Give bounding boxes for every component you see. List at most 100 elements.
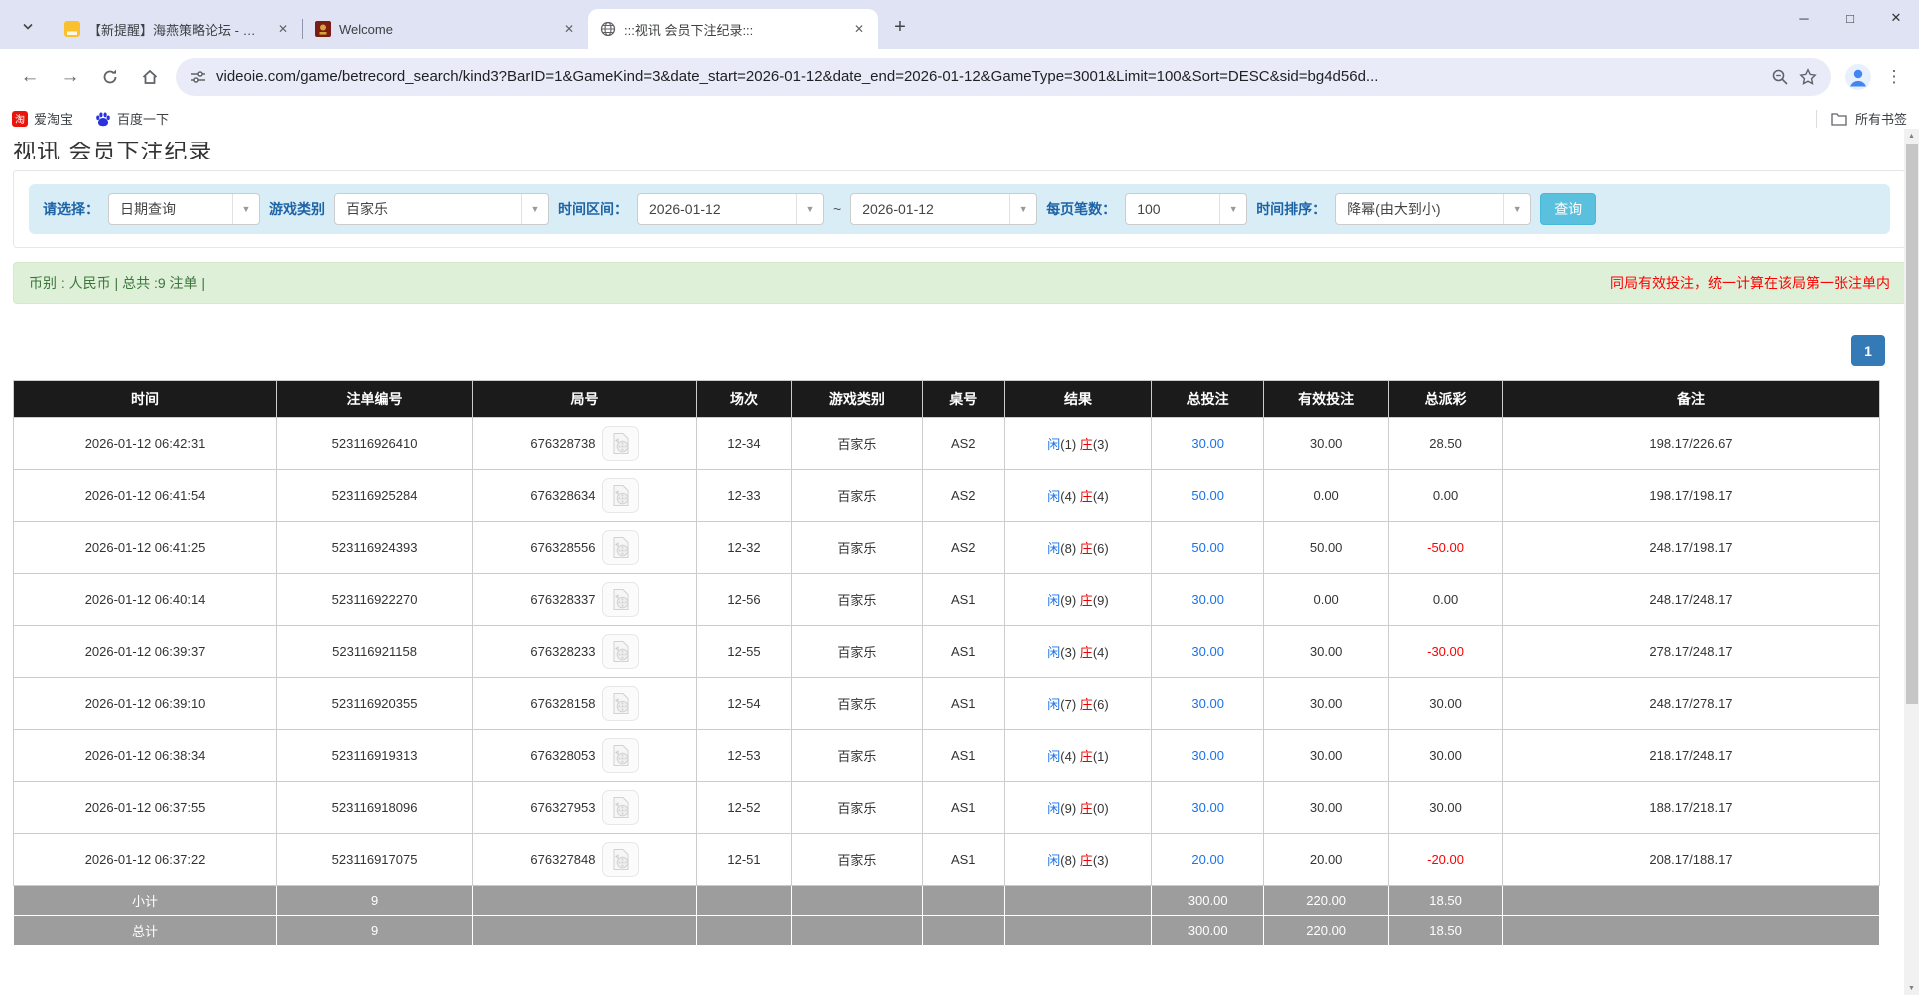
profile-avatar-icon — [1845, 64, 1871, 90]
game-type-select[interactable]: 百家乐 ▼ — [334, 193, 549, 225]
cell-sum-label: 小计 — [14, 886, 277, 916]
query-mode-select[interactable]: 日期查询 ▼ — [108, 193, 260, 225]
profile-button[interactable] — [1841, 60, 1875, 94]
minimize-button[interactable]: ─ — [1781, 0, 1827, 36]
date-start-input[interactable]: 2026-01-12 ▼ — [637, 193, 824, 225]
video-replay-button[interactable] — [602, 426, 639, 461]
cell-remark: 188.17/218.17 — [1502, 782, 1879, 834]
tab-welcome[interactable]: Welcome ✕ — [303, 9, 588, 49]
video-replay-button[interactable] — [602, 478, 639, 513]
browser-menu-button[interactable]: ⋮ — [1879, 60, 1909, 94]
bookmark-taobao[interactable]: 淘 爱淘宝 — [12, 109, 73, 128]
header-cell: 局号 — [473, 381, 697, 418]
cell-total-bet[interactable]: 30.00 — [1152, 730, 1264, 782]
tab-search-chevron-button[interactable] — [14, 13, 42, 41]
cell-total-bet[interactable]: 30.00 — [1152, 574, 1264, 626]
close-window-button[interactable]: ✕ — [1873, 0, 1919, 36]
video-replay-button[interactable] — [602, 842, 639, 877]
video-replay-button[interactable] — [602, 634, 639, 669]
maximize-button[interactable]: □ — [1827, 0, 1873, 36]
cell-total-bet[interactable]: 30.00 — [1152, 418, 1264, 470]
tab-forum[interactable]: 【新提醒】海燕策略论坛 - 综合 ✕ — [52, 9, 302, 49]
scrollbar-thumb[interactable] — [1906, 144, 1918, 704]
page-1-button[interactable]: 1 — [1851, 335, 1885, 366]
currency-summary-text: 币别 : 人民币 | 总共 :9 注单 | — [29, 273, 205, 293]
date-end-input[interactable]: 2026-01-12 ▼ — [850, 193, 1037, 225]
reload-button[interactable] — [93, 60, 127, 94]
cell-table-number: AS2 — [922, 418, 1004, 470]
cell-time: 2026-01-12 06:39:37 — [14, 626, 277, 678]
cell-sum-total-bet: 300.00 — [1152, 916, 1264, 946]
back-button[interactable]: ← — [13, 60, 47, 94]
chevron-down-icon: ▼ — [1009, 194, 1036, 224]
cell-table-number: AS1 — [922, 782, 1004, 834]
cell-game-type: 百家乐 — [792, 626, 923, 678]
cell-valid-bet: 0.00 — [1264, 470, 1389, 522]
header-cell: 总投注 — [1152, 381, 1264, 418]
forward-button[interactable]: → — [53, 60, 87, 94]
total-bet-link[interactable]: 50.00 — [1191, 488, 1224, 503]
cell-valid-bet: 30.00 — [1264, 678, 1389, 730]
scroll-up-arrow-icon[interactable]: ▲ — [1904, 129, 1919, 143]
tab-title: 【新提醒】海燕策略论坛 - 综合 — [88, 20, 266, 39]
total-bet-link[interactable]: 20.00 — [1191, 852, 1224, 867]
total-bet-link[interactable]: 30.00 — [1191, 696, 1224, 711]
date-range-tilde: ~ — [833, 201, 841, 217]
url-text[interactable]: videoie.com/game/betrecord_search/kind3?… — [216, 68, 1761, 85]
cell-valid-bet: 30.00 — [1264, 782, 1389, 834]
cell-valid-bet: 0.00 — [1264, 574, 1389, 626]
all-bookmarks-button[interactable]: 所有书签 — [1855, 109, 1907, 128]
site-settings-icon[interactable] — [190, 69, 206, 85]
zoom-indicator-button[interactable] — [1771, 68, 1789, 86]
url-bar[interactable]: videoie.com/game/betrecord_search/kind3?… — [176, 58, 1831, 96]
cell-total-bet[interactable]: 30.00 — [1152, 626, 1264, 678]
total-bet-link[interactable]: 30.00 — [1191, 436, 1224, 451]
video-replay-button[interactable] — [602, 686, 639, 721]
cell-total-payout: 30.00 — [1389, 678, 1503, 730]
video-replay-icon — [610, 744, 631, 767]
tab-title: Welcome — [339, 22, 552, 37]
video-replay-icon — [610, 432, 631, 455]
forum-favicon-icon — [64, 21, 80, 37]
cell-time: 2026-01-12 06:37:22 — [14, 834, 277, 886]
cell-total-bet[interactable]: 50.00 — [1152, 470, 1264, 522]
cell-total-bet[interactable]: 20.00 — [1152, 834, 1264, 886]
video-replay-button[interactable] — [602, 530, 639, 565]
close-icon[interactable]: ✕ — [560, 20, 578, 38]
cell-sum-label: 总计 — [14, 916, 277, 946]
total-bet-link[interactable]: 30.00 — [1191, 800, 1224, 815]
home-button[interactable] — [133, 60, 167, 94]
new-tab-button[interactable]: + — [886, 13, 914, 41]
close-icon[interactable]: ✕ — [850, 20, 868, 38]
video-replay-button[interactable] — [602, 790, 639, 825]
cell-round-number: 676328634 — [473, 470, 697, 522]
vertical-scrollbar[interactable]: ▲ ▼ — [1904, 129, 1919, 995]
video-replay-button[interactable] — [602, 738, 639, 773]
table-row: 2026-01-12 06:41:25523116924393676328556… — [14, 522, 1880, 574]
total-bet-link[interactable]: 30.00 — [1191, 644, 1224, 659]
cell-total-bet[interactable]: 50.00 — [1152, 522, 1264, 574]
video-replay-button[interactable] — [602, 582, 639, 617]
cell-time: 2026-01-12 06:37:55 — [14, 782, 277, 834]
close-icon[interactable]: ✕ — [274, 20, 292, 38]
total-bet-link[interactable]: 50.00 — [1191, 540, 1224, 555]
cell-bet-number: 523116926410 — [277, 418, 473, 470]
chevron-down-icon — [22, 23, 34, 31]
total-bet-link[interactable]: 30.00 — [1191, 592, 1224, 607]
tab-bet-record-active[interactable]: :::视讯 会员下注纪录::: ✕ — [588, 9, 878, 49]
cell-total-bet[interactable]: 30.00 — [1152, 782, 1264, 834]
cell-result — [1004, 886, 1151, 916]
cell-game-type: 百家乐 — [792, 418, 923, 470]
search-button[interactable]: 查询 — [1540, 193, 1596, 225]
cell-result — [1004, 916, 1151, 946]
bookmark-baidu[interactable]: 百度一下 — [95, 109, 169, 128]
cell-total-bet[interactable]: 30.00 — [1152, 678, 1264, 730]
svg-text:淘: 淘 — [15, 113, 25, 126]
bookmark-star-button[interactable] — [1799, 68, 1817, 86]
cell-round-number — [473, 886, 697, 916]
scroll-down-arrow-icon[interactable]: ▼ — [1904, 981, 1919, 995]
total-bet-link[interactable]: 30.00 — [1191, 748, 1224, 763]
page-size-select[interactable]: 100 ▼ — [1125, 193, 1247, 225]
cell-time: 2026-01-12 06:38:34 — [14, 730, 277, 782]
sort-select[interactable]: 降幂(由大到小) ▼ — [1335, 193, 1531, 225]
